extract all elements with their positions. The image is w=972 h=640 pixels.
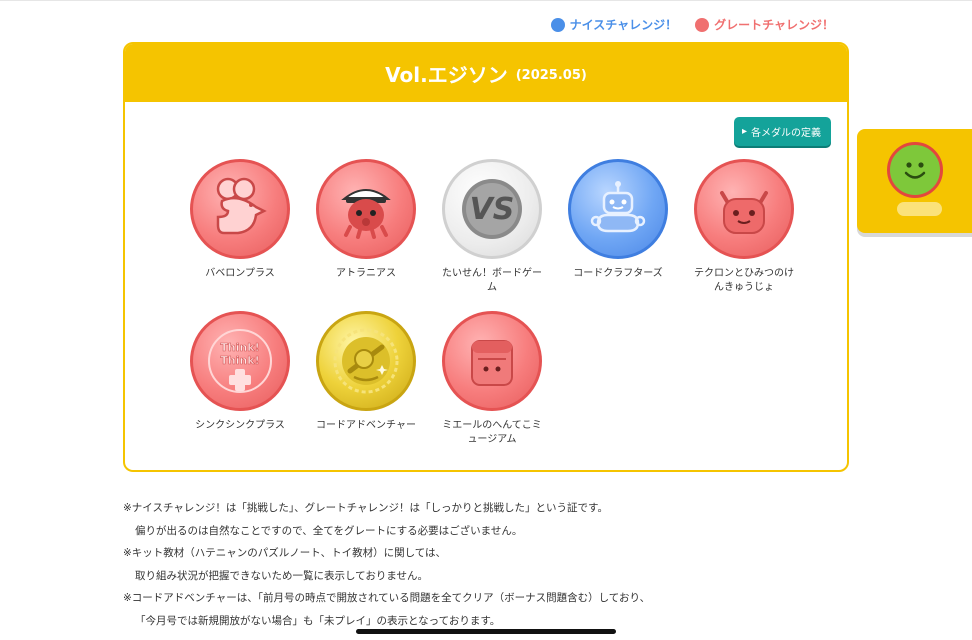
medal-label: テクロンとひみつのけんきゅうじょ bbox=[694, 268, 794, 293]
medal-label: コードアドベンチャー bbox=[316, 420, 416, 431]
medal-label: バベロンプラス bbox=[205, 268, 275, 279]
svg-text:Think!: Think! bbox=[220, 341, 259, 354]
medal-item[interactable]: バベロンプラス bbox=[190, 159, 290, 295]
card-subtitle: (2025.05) bbox=[515, 67, 587, 83]
medal-item[interactable]: VS たいせん！ボードゲーム bbox=[442, 159, 542, 295]
medal-grid: バベロンプラス アトラニアス VS たいせん！ボードゲーム コードクラフターズ … bbox=[190, 159, 830, 447]
box-character-icon bbox=[442, 311, 542, 411]
legend: ナイスチャレンジ！ グレートチャレンジ！ bbox=[550, 16, 834, 33]
medal-card: Vol.エジソン (2025.05) ▸ 各メダルの定義 バベロンプラス アトラ… bbox=[123, 42, 849, 472]
medal-item[interactable]: ミエールのへんてこミュージアム bbox=[442, 311, 542, 447]
medal-item[interactable]: コードクラフターズ bbox=[568, 159, 668, 295]
notes: ※ナイスチャレンジ！は「挑戦した」、グレートチャレンジ！は「しっかりと挑戦した」… bbox=[123, 497, 650, 632]
legend-great: グレートチャレンジ！ bbox=[695, 16, 834, 33]
legend-nice-label: ナイスチャレンジ！ bbox=[569, 18, 678, 32]
svg-text:Think!: Think! bbox=[220, 354, 259, 367]
svg-text:VS: VS bbox=[470, 192, 515, 227]
medal-label: アトラニアス bbox=[336, 268, 396, 279]
vs-icon: VS bbox=[442, 159, 542, 259]
note-line: ※ナイスチャレンジ！は「挑戦した」、グレートチャレンジ！は「しっかりと挑戦した」… bbox=[123, 502, 608, 514]
note-line: 偏りが出るのは自然なことですので、全てをグレートにする必要はございません。 bbox=[135, 524, 523, 537]
medal-definition-label: 各メダルの定義 bbox=[751, 128, 821, 139]
medal-item[interactable]: テクロンとひみつのけんきゅうじょ bbox=[694, 159, 794, 295]
octopus-captain-icon bbox=[316, 159, 416, 259]
medal-label: コードクラフターズ bbox=[573, 268, 663, 279]
side-panel[interactable] bbox=[857, 129, 972, 233]
medal-item[interactable]: アトラニアス bbox=[316, 159, 416, 295]
medal-label: シンクシンクプラス bbox=[195, 420, 285, 431]
card-header: Vol.エジソン (2025.05) bbox=[125, 44, 847, 102]
note-line: 取り組み状況が把握できないため一覧に表示しておりません。 bbox=[135, 569, 429, 582]
medal-label: ミエールのへんてこミュージアム bbox=[442, 420, 542, 445]
robot-icon bbox=[568, 159, 668, 259]
triangle-right-icon: ▸ bbox=[741, 126, 747, 137]
legend-nice: ナイスチャレンジ！ bbox=[550, 16, 678, 33]
legend-great-label: グレートチャレンジ！ bbox=[714, 18, 834, 32]
nice-dot-icon bbox=[550, 17, 565, 32]
mouse-icon bbox=[190, 159, 290, 259]
medal-label: たいせん！ボードゲーム bbox=[442, 268, 542, 293]
side-pill bbox=[897, 202, 942, 216]
great-dot-icon bbox=[695, 17, 710, 32]
explorer-icon bbox=[316, 311, 416, 411]
home-indicator bbox=[356, 629, 616, 634]
note-line: ※コードアドベンチャーは、「前月号の時点で開放されている問題を全てクリア（ボーナ… bbox=[123, 592, 651, 604]
think-think-icon: Think! Think! bbox=[190, 311, 290, 411]
card-title: Vol.エジソン bbox=[385, 62, 508, 87]
medal-item[interactable]: Think! Think! シンクシンクプラス bbox=[190, 311, 290, 447]
smile-icon bbox=[887, 142, 943, 198]
top-divider bbox=[0, 0, 972, 1]
monster-icon bbox=[694, 159, 794, 259]
medal-item[interactable]: コードアドベンチャー bbox=[316, 311, 416, 447]
note-line: ※キット教材（ハテニャンのパズルノート、トイ教材）に関しては、 bbox=[123, 547, 447, 559]
medal-definition-button[interactable]: ▸ 各メダルの定義 bbox=[733, 117, 831, 146]
